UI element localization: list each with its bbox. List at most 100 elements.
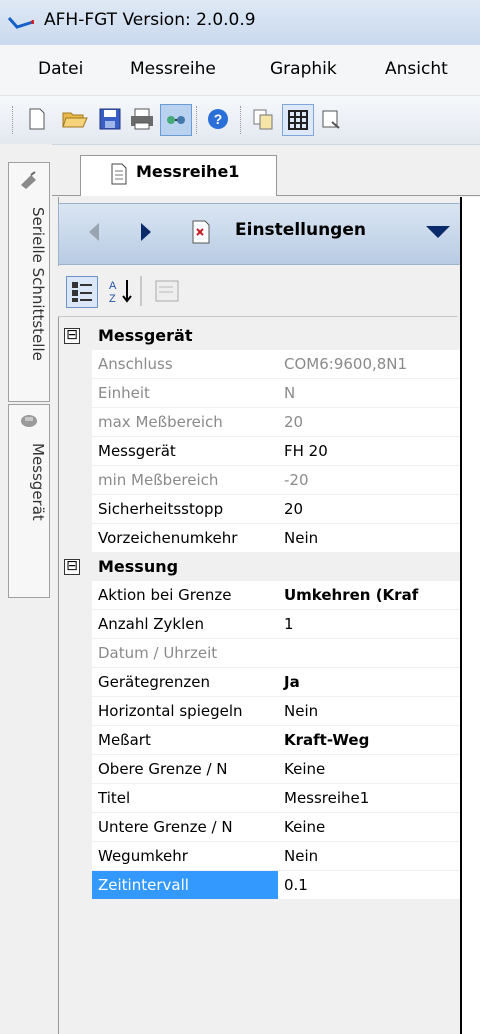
property-value[interactable] [278, 639, 460, 668]
document-icon [110, 163, 128, 189]
property-row[interactable]: Horizontal spiegeln Nein [62, 697, 460, 726]
svg-text:A: A [109, 280, 117, 292]
side-tab-serielle-schnittstelle[interactable]: Serielle Schnittstelle [8, 162, 50, 402]
property-value[interactable]: Nein [278, 842, 460, 871]
property-row[interactable]: Anzahl Zyklen 1 [62, 610, 460, 639]
help-icon[interactable]: ? [203, 104, 233, 134]
graph-area[interactable] [460, 197, 480, 1034]
property-row[interactable]: Untere Grenze / N Keine [62, 813, 460, 842]
property-value[interactable]: Umkehren (Kraf [278, 581, 460, 610]
grid-icon[interactable] [282, 104, 314, 136]
side-tab-label: Messgerät [29, 443, 47, 521]
nav-forward-icon[interactable] [140, 222, 152, 246]
property-row[interactable]: Einheit N [62, 379, 460, 408]
property-name: Untere Grenze / N [92, 813, 284, 842]
side-tab-messgeraet[interactable]: Messgerät [8, 404, 50, 598]
property-name: Messgerät [92, 437, 284, 466]
menu-datei[interactable]: Datei [38, 59, 83, 79]
property-name: min Meßbereich [92, 466, 284, 495]
category-title: Messgerät [98, 326, 193, 345]
property-name: Datum / Uhrzeit [92, 639, 284, 668]
app-logo-icon [7, 16, 35, 30]
property-row[interactable]: Sicherheitsstopp 20 [62, 495, 460, 524]
toolbar-separator [140, 276, 142, 306]
property-row[interactable]: Aktion bei Grenze Umkehren (Kraf [62, 581, 460, 610]
property-name: Anzahl Zyklen [92, 610, 284, 639]
property-name: Sicherheitsstopp [92, 495, 284, 524]
property-row[interactable]: Obere Grenze / N Keine [62, 755, 460, 784]
property-name: Horizontal spiegeln [92, 697, 284, 726]
collapse-icon[interactable]: ⊟ [64, 559, 80, 575]
property-value[interactable]: Kraft-Weg [278, 726, 460, 755]
serial-cable-icon [19, 171, 39, 193]
property-row[interactable]: Datum / Uhrzeit [62, 639, 460, 668]
property-name: Gerätegrenzen [92, 668, 284, 697]
property-name: Wegumkehr [92, 842, 284, 871]
property-description-area [62, 975, 456, 1034]
property-row[interactable]: Vorzeichenumkehr Nein [62, 524, 460, 553]
property-name: Obere Grenze / N [92, 755, 284, 784]
property-pages-icon[interactable] [153, 278, 181, 308]
window-title: AFH-FGT Version: 2.0.0.9 [44, 10, 256, 30]
property-row[interactable]: Messgerät FH 20 [62, 437, 460, 466]
sort-alphabetical-icon[interactable]: AZ [106, 276, 136, 310]
property-value[interactable]: N [278, 379, 460, 408]
property-name: max Meßbereich [92, 408, 284, 437]
toolbar-separator [196, 106, 199, 134]
property-name: Titel [92, 784, 284, 813]
print-icon[interactable] [127, 104, 157, 134]
nav-back-icon[interactable] [88, 222, 100, 246]
panel-header-title: Einstellungen [235, 220, 366, 240]
zoom-window-icon[interactable] [316, 104, 346, 134]
device-icon [19, 411, 39, 433]
property-value[interactable]: Nein [278, 524, 460, 553]
property-name: Anschluss [92, 350, 284, 379]
open-folder-icon[interactable] [60, 104, 90, 134]
new-doc-icon[interactable] [22, 104, 52, 134]
property-value[interactable]: Keine [278, 755, 460, 784]
side-tab-label: Serielle Schnittstelle [29, 207, 47, 361]
dropdown-arrow-icon[interactable] [425, 225, 451, 243]
side-tab-strip: Serielle Schnittstelle Messgerät [0, 144, 52, 1034]
property-row[interactable]: Gerätegrenzen Ja [62, 668, 460, 697]
property-name: Meßart [92, 726, 284, 755]
menu-ansicht[interactable]: Ansicht [385, 59, 448, 79]
property-name: Zeitintervall [92, 871, 284, 900]
property-value[interactable]: COM6:9600,8N1 [278, 350, 460, 379]
category-messung: ⊟ Messung [62, 554, 456, 581]
property-row[interactable]: min Meßbereich -20 [62, 466, 460, 495]
category-title: Messung [98, 557, 179, 576]
toolbar-separator [240, 106, 243, 134]
save-icon[interactable] [95, 104, 125, 134]
property-toolbar: AZ [58, 266, 458, 317]
property-row[interactable]: Titel Messreihe1 [62, 784, 460, 813]
property-row[interactable]: max Meßbereich 20 [62, 408, 460, 437]
svg-text:Z: Z [109, 293, 116, 305]
connect-icon[interactable] [160, 104, 192, 136]
property-value[interactable]: 1 [278, 610, 460, 639]
property-value[interactable]: 20 [278, 408, 460, 437]
tab-label: Messreihe1 [136, 162, 240, 181]
toolbar: ? [0, 96, 480, 145]
property-row[interactable]: Meßart Kraft-Weg [62, 726, 460, 755]
property-value[interactable]: FH 20 [278, 437, 460, 466]
menu-graphik[interactable]: Graphik [270, 59, 337, 79]
collapse-icon[interactable]: ⊟ [64, 328, 80, 344]
property-value[interactable]: Nein [278, 697, 460, 726]
toolbar-grip [12, 106, 15, 134]
menu-bar: Datei Messreihe Graphik Ansicht [0, 45, 480, 96]
menu-messreihe[interactable]: Messreihe [130, 59, 216, 79]
property-row-selected[interactable]: Zeitintervall 0.1 [62, 871, 460, 900]
property-value[interactable]: Ja [278, 668, 460, 697]
property-name: Vorzeichenumkehr [92, 524, 284, 553]
property-value[interactable]: 0.1 [278, 871, 460, 900]
property-value[interactable]: Keine [278, 813, 460, 842]
categorized-view-icon[interactable] [66, 276, 98, 308]
property-value[interactable]: Messreihe1 [278, 784, 460, 813]
property-row[interactable]: Wegumkehr Nein [62, 842, 460, 871]
copy-icon[interactable] [248, 104, 278, 134]
property-value[interactable]: -20 [278, 466, 460, 495]
property-row[interactable]: Anschluss COM6:9600,8N1 [62, 350, 460, 379]
property-value[interactable]: 20 [278, 495, 460, 524]
property-name: Einheit [92, 379, 284, 408]
